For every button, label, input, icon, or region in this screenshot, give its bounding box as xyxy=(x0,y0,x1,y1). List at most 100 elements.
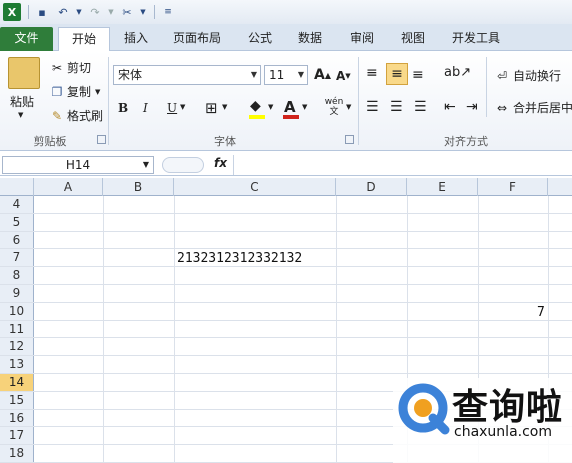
tab-page-layout[interactable]: 页面布局 xyxy=(167,27,227,51)
paste-button[interactable]: 粘贴 xyxy=(10,93,34,110)
tab-view[interactable]: 视图 xyxy=(395,27,431,51)
font-name-select[interactable]: 宋体 ▼ xyxy=(113,65,261,85)
undo-dropdown-icon[interactable]: ▼ xyxy=(75,3,83,21)
underline-button[interactable]: U xyxy=(167,101,177,115)
row-header[interactable]: 10 xyxy=(0,302,34,320)
row-header[interactable]: 16 xyxy=(0,409,34,427)
row-header[interactable]: 12 xyxy=(0,338,34,356)
row-header[interactable]: 7 xyxy=(0,249,34,267)
cell-f10[interactable]: 7 xyxy=(537,305,545,320)
tab-review[interactable]: 审阅 xyxy=(344,27,380,51)
format-painter-button[interactable]: ✎ 格式刷 xyxy=(50,107,103,124)
grow-font-icon[interactable]: A ▲ xyxy=(314,67,331,83)
undo-icon[interactable]: ↶ xyxy=(54,3,72,21)
font-color-dropdown-icon[interactable]: ▼ xyxy=(302,103,307,111)
bold-button[interactable]: B xyxy=(118,101,128,115)
row-header[interactable]: 15 xyxy=(0,391,34,409)
font-size-select[interactable]: 11 ▼ xyxy=(264,65,308,85)
grid-row[interactable]: 9 xyxy=(0,285,572,303)
phonetic-dropdown-icon[interactable]: ▼ xyxy=(346,103,351,111)
font-color-swatch xyxy=(283,115,299,119)
grid-row[interactable]: 13 xyxy=(0,356,572,374)
redo-icon[interactable]: ↷ xyxy=(86,3,104,21)
tab-insert[interactable]: 插入 xyxy=(118,27,154,51)
shrink-font-icon[interactable]: A ▼ xyxy=(336,69,351,83)
column-header-b[interactable]: B xyxy=(103,178,174,196)
align-center-icon[interactable]: ☰ xyxy=(390,99,403,115)
name-box[interactable]: H14 ▼ xyxy=(2,156,154,174)
row-header[interactable]: 11 xyxy=(0,320,34,338)
column-header-c[interactable]: C xyxy=(174,178,336,196)
font-launcher-icon[interactable] xyxy=(345,135,354,144)
row-header[interactable]: 17 xyxy=(0,427,34,445)
chevron-down-icon: ▼ xyxy=(250,70,257,79)
paste-dropdown-icon[interactable]: ▼ xyxy=(18,111,23,119)
borders-dropdown-icon[interactable]: ▼ xyxy=(222,103,227,111)
fill-dropdown-icon[interactable]: ▼ xyxy=(268,103,273,111)
watermark-logo-icon xyxy=(398,383,450,435)
column-header-d[interactable]: D xyxy=(336,178,407,196)
select-all-corner[interactable] xyxy=(0,178,34,196)
ribbon-tabs: 文件 开始 插入 页面布局 公式 数据 审阅 视图 开发工具 xyxy=(0,24,572,52)
underline-dropdown-icon[interactable]: ▼ xyxy=(180,103,185,111)
merge-center-button[interactable]: ⇔ 合并后居中 xyxy=(494,99,572,116)
row-header[interactable]: 5 xyxy=(0,213,34,231)
fill-color-icon[interactable]: ◆ xyxy=(250,98,261,114)
grid-row[interactable]: 5 xyxy=(0,213,572,232)
italic-button[interactable]: I xyxy=(143,101,148,115)
decrease-indent-icon[interactable]: ⇤ xyxy=(444,99,456,115)
tab-home[interactable]: 开始 xyxy=(58,27,110,52)
column-header-a[interactable]: A xyxy=(34,178,103,196)
clipboard-launcher-icon[interactable] xyxy=(97,135,106,144)
grid-row[interactable]: 10 xyxy=(0,302,572,321)
grid-row[interactable]: 11 xyxy=(0,320,572,339)
qat-menu-icon[interactable]: ≡ xyxy=(159,3,177,21)
column-header-f[interactable]: F xyxy=(478,178,548,196)
tab-formulas[interactable]: 公式 xyxy=(242,27,278,51)
copy-button[interactable]: ❐ 复制 ▼ xyxy=(50,83,101,100)
insert-function-button[interactable]: fx xyxy=(214,156,227,170)
row-header[interactable]: 13 xyxy=(0,356,34,373)
redo-dropdown-icon[interactable]: ▼ xyxy=(107,3,115,21)
align-bottom-icon[interactable]: ≡ xyxy=(412,67,424,83)
grid-row[interactable]: 4 xyxy=(0,196,572,214)
row-header[interactable]: 9 xyxy=(0,285,34,302)
paste-icon[interactable] xyxy=(8,57,40,89)
font-color-icon[interactable]: A xyxy=(284,98,296,116)
cell-c7[interactable]: 2132312312332132 xyxy=(177,251,302,266)
save-icon[interactable]: ▪ xyxy=(33,3,51,21)
align-top-icon[interactable]: ≡ xyxy=(366,65,378,81)
row-header[interactable]: 6 xyxy=(0,231,34,249)
phonetic-icon[interactable]: wén 文 xyxy=(322,97,346,117)
align-right-icon[interactable]: ☰ xyxy=(414,99,427,115)
column-header-g[interactable] xyxy=(548,178,572,196)
format-painter-label: 格式刷 xyxy=(67,109,104,123)
formula-resize-handle[interactable] xyxy=(162,157,204,173)
borders-icon[interactable]: ⊞ xyxy=(205,99,218,117)
orientation-icon[interactable]: ab↗ xyxy=(444,65,471,80)
grid-row[interactable]: 8 xyxy=(0,267,572,285)
customize-tool-icon[interactable]: ✂ xyxy=(118,3,136,21)
tab-file[interactable]: 文件 xyxy=(0,27,53,51)
align-middle-icon[interactable]: ≡ xyxy=(386,63,408,85)
align-left-icon[interactable]: ☰ xyxy=(366,99,379,115)
wrap-text-label: 自动换行 xyxy=(513,69,562,83)
copy-dropdown-icon[interactable]: ▼ xyxy=(95,88,100,96)
column-headers: A B C D E F xyxy=(0,178,572,196)
row-header[interactable]: 18 xyxy=(0,445,34,462)
customize-dropdown-icon[interactable]: ▼ xyxy=(139,3,147,21)
row-header[interactable]: 8 xyxy=(0,267,34,284)
row-header[interactable]: 14 xyxy=(0,374,34,391)
formula-input[interactable] xyxy=(233,155,572,175)
row-header[interactable]: 4 xyxy=(0,196,34,213)
tab-data[interactable]: 数据 xyxy=(292,27,328,51)
grid-row[interactable]: 6 xyxy=(0,231,572,250)
column-header-e[interactable]: E xyxy=(407,178,478,196)
tab-developer[interactable]: 开发工具 xyxy=(446,27,506,51)
wrap-text-button[interactable]: ⏎ 自动换行 xyxy=(494,67,561,84)
grid-row[interactable]: 12 xyxy=(0,338,572,357)
watermark-url: chaxunla.com xyxy=(454,424,552,440)
increase-indent-icon[interactable]: ⇥ xyxy=(466,99,478,115)
fill-color-swatch xyxy=(249,115,265,119)
cut-button[interactable]: ✂ 剪切 xyxy=(50,59,91,76)
